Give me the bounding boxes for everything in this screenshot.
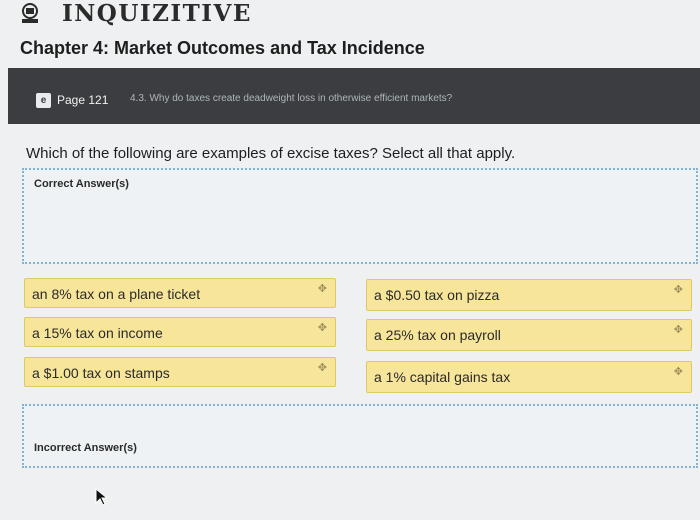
- drag-handle-icon[interactable]: ✥: [674, 323, 683, 336]
- correct-answers-dropzone[interactable]: Correct Answer(s): [22, 168, 698, 264]
- page-label: Page 121: [57, 93, 109, 107]
- question-text: Which of the following are examples of e…: [26, 145, 516, 162]
- answer-chip[interactable]: a 25% tax on payroll ✥: [366, 319, 692, 351]
- answer-chip-label: a 25% tax on payroll: [374, 327, 501, 343]
- answer-chip[interactable]: a 15% tax on income ✥: [24, 317, 336, 347]
- mouse-pointer-icon: [95, 488, 109, 506]
- answer-chip-label: an 8% tax on a plane ticket: [32, 286, 201, 302]
- ebook-icon: e: [36, 92, 51, 108]
- incorrect-answers-label: Incorrect Answer(s): [34, 442, 137, 454]
- incorrect-answers-dropzone[interactable]: Incorrect Answer(s): [22, 404, 698, 468]
- drag-handle-icon[interactable]: ✥: [318, 321, 327, 334]
- section-link[interactable]: 4.3. Why do taxes create deadweight loss…: [130, 93, 452, 104]
- correct-answers-label: Correct Answer(s): [34, 178, 129, 190]
- answer-chip-label: a 15% tax on income: [32, 325, 163, 341]
- answer-chip-label: a 1% capital gains tax: [374, 369, 511, 385]
- reading-banner: e Page 121 4.3. Why do taxes create dead…: [8, 68, 700, 124]
- drag-handle-icon[interactable]: ✥: [318, 361, 327, 374]
- drag-handle-icon[interactable]: ✥: [674, 365, 683, 378]
- answer-chip-label: a $0.50 tax on pizza: [374, 287, 500, 303]
- app-title: INQUIZITIVE: [62, 0, 252, 27]
- app-header: INQUIZITIVE: [0, 0, 700, 32]
- answer-chip-label: a $1.00 tax on stamps: [32, 365, 170, 381]
- chapter-title: Chapter 4: Market Outcomes and Tax Incid…: [20, 38, 425, 58]
- drag-handle-icon[interactable]: ✥: [318, 282, 327, 295]
- ebook-page-link[interactable]: e Page 121: [36, 90, 108, 110]
- drag-handle-icon[interactable]: ✥: [674, 283, 683, 296]
- answer-chip[interactable]: a $0.50 tax on pizza ✥: [366, 279, 692, 311]
- answer-chip[interactable]: a $1.00 tax on stamps ✥: [24, 357, 336, 387]
- answer-chip[interactable]: an 8% tax on a plane ticket ✥: [24, 278, 336, 308]
- inquizitive-logo-icon: [22, 3, 38, 23]
- answer-chip[interactable]: a 1% capital gains tax ✥: [366, 361, 692, 393]
